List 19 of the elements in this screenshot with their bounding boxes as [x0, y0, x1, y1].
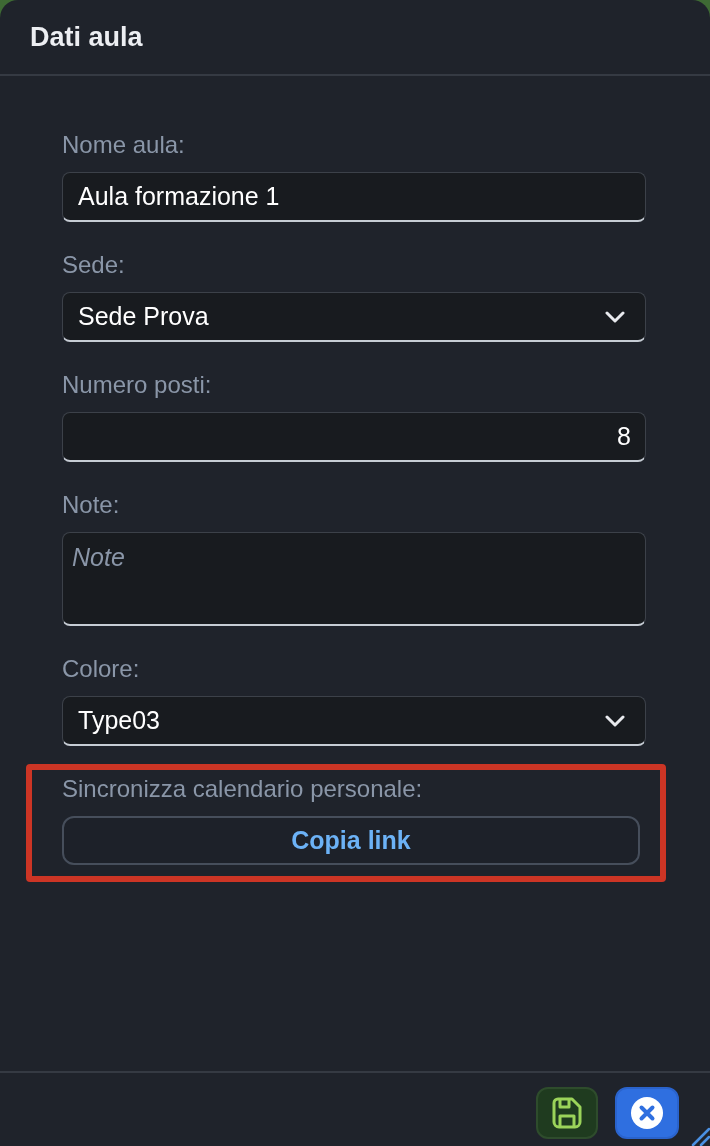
- dialog-title: Dati aula: [30, 21, 143, 54]
- close-button[interactable]: [615, 1087, 679, 1139]
- field-label: Nome aula:: [62, 130, 185, 160]
- textarea-field[interactable]: Note: [62, 532, 646, 626]
- save-button[interactable]: [536, 1087, 598, 1139]
- number-field[interactable]: 8: [62, 412, 646, 462]
- field-label: Sede:: [62, 250, 125, 280]
- resize-handle-icon[interactable]: [690, 1126, 710, 1146]
- field-label: Sincronizza calendario personale:: [62, 774, 423, 804]
- copy-link-button[interactable]: Copia link: [62, 816, 640, 865]
- input-field[interactable]: Aula formazione 1: [62, 172, 646, 222]
- select-field[interactable]: Type03: [62, 696, 646, 746]
- field-label: Note:: [62, 490, 120, 520]
- chevron-down-icon: [605, 714, 625, 727]
- close-icon: [631, 1097, 663, 1129]
- chevron-down-icon: [605, 310, 625, 323]
- field-label: Colore:: [62, 654, 140, 684]
- select-field[interactable]: Sede Prova: [62, 292, 646, 342]
- field-label: Numero posti:: [62, 370, 212, 400]
